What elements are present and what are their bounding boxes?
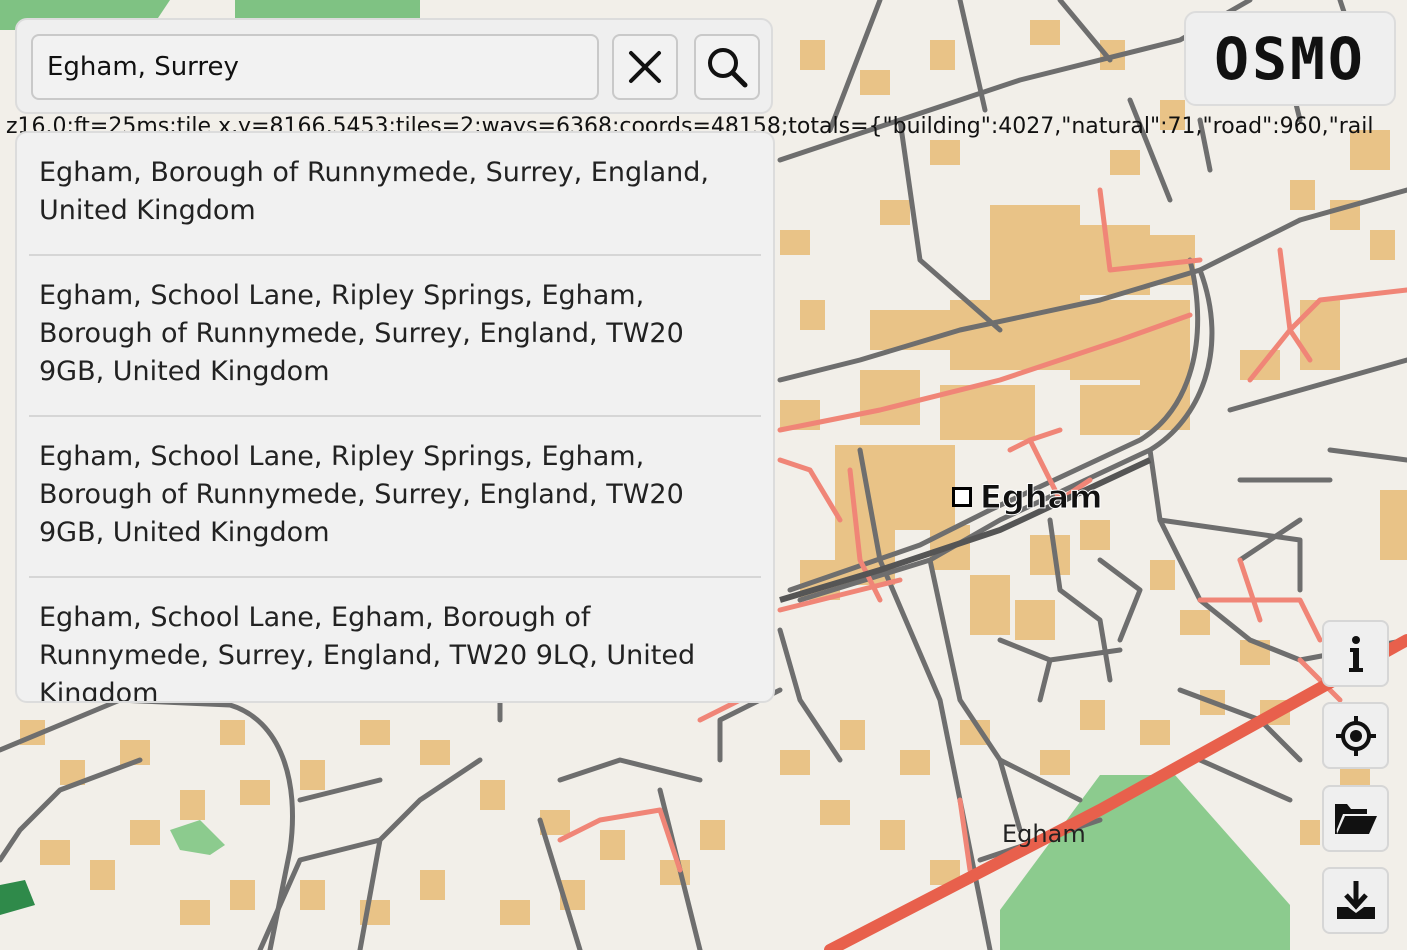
place-label: Egham — [952, 478, 1103, 517]
search-panel — [15, 18, 773, 114]
station-label: Egham — [1002, 820, 1086, 848]
search-icon — [708, 48, 748, 88]
download-button[interactable] — [1322, 867, 1389, 934]
place-marker-icon — [952, 487, 972, 507]
locate-icon — [1335, 715, 1376, 756]
search-results-list: Egham, Borough of Runnymede, Surrey, Eng… — [15, 131, 775, 703]
search-result-item[interactable]: Egham, Borough of Runnymede, Surrey, Eng… — [29, 133, 761, 256]
search-result-item[interactable]: Egham, School Lane, Ripley Springs, Egha… — [29, 256, 761, 417]
locate-button[interactable] — [1322, 702, 1389, 769]
search-result-item[interactable]: Egham, School Lane, Ripley Springs, Egha… — [29, 417, 761, 578]
search-button[interactable] — [694, 34, 760, 100]
open-file-button[interactable] — [1322, 785, 1389, 852]
download-icon — [1336, 880, 1375, 919]
clear-button[interactable] — [612, 34, 678, 100]
open-folder-icon — [1334, 803, 1377, 834]
app-logo: OSMO — [1184, 11, 1396, 106]
close-icon — [629, 51, 661, 83]
search-result-item[interactable]: Egham, School Lane, Egham, Borough of Ru… — [29, 578, 761, 701]
search-input[interactable] — [31, 34, 599, 100]
info-button[interactable] — [1322, 620, 1389, 687]
info-icon — [1348, 635, 1363, 672]
